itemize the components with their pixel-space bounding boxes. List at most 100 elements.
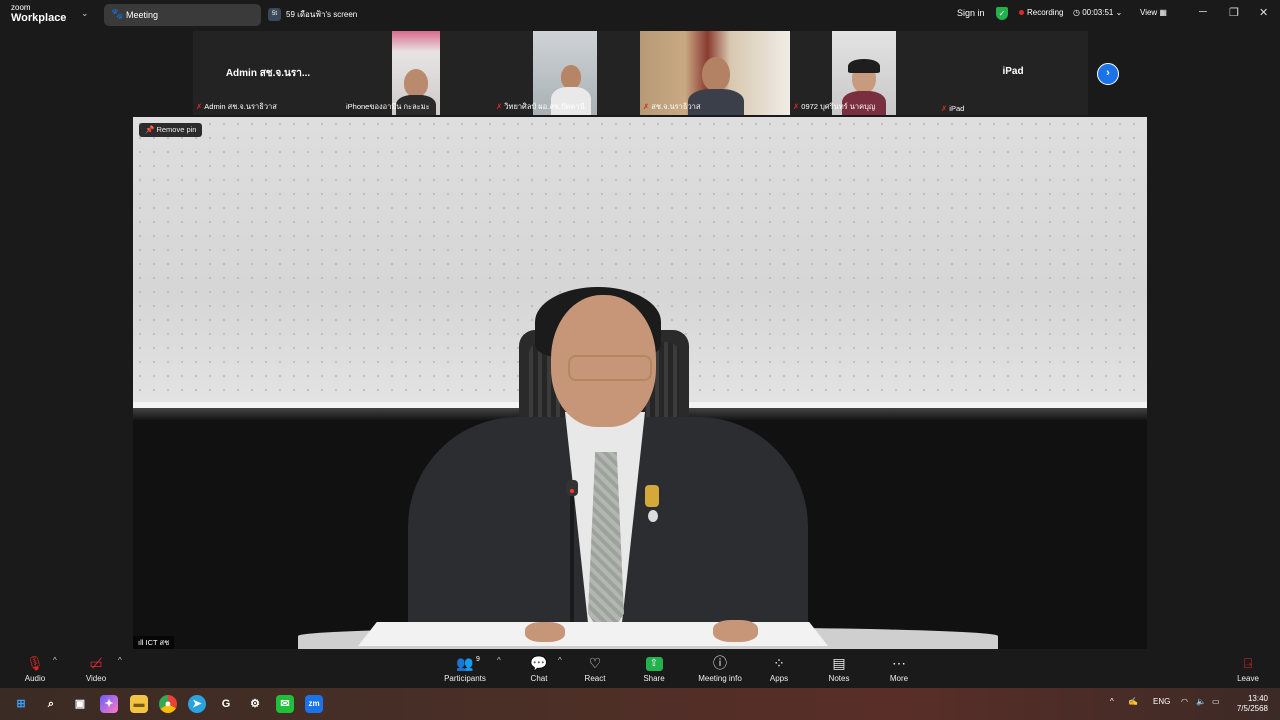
notes-icon: ▤ xyxy=(832,655,846,671)
clock-date: 7/5/2568 xyxy=(1236,704,1268,713)
react-label: React xyxy=(584,674,606,683)
chevron-down-icon[interactable]: ⌄ xyxy=(81,8,89,19)
tab-meeting-label: Meeting xyxy=(126,10,159,20)
clock-time: 13:40 xyxy=(1247,694,1268,703)
steam-icon[interactable]: ⚙ xyxy=(246,695,264,713)
windows-start-icon[interactable]: ⊞ xyxy=(12,695,30,713)
leave-button[interactable]: ⍈ Leave xyxy=(1234,654,1262,683)
mic-muted-icon: ✗ xyxy=(793,102,800,111)
leave-door-icon: ⍈ xyxy=(1243,655,1253,671)
chat-icon: 💬 xyxy=(530,655,548,671)
line-icon[interactable]: ✉ xyxy=(276,695,294,713)
close-icon[interactable]: ✕ xyxy=(1259,6,1268,19)
chrome-icon[interactable]: ● xyxy=(159,695,177,713)
view-button[interactable]: View ▦ xyxy=(1140,8,1167,17)
zoom-workplace-logo[interactable]: zoom Workplace xyxy=(11,4,66,24)
wifi-icon[interactable]: ◠ xyxy=(1181,697,1188,706)
sign-in-link[interactable]: Sign in xyxy=(957,8,985,18)
pen-icon[interactable]: ✍ xyxy=(1128,697,1138,706)
participant-tile[interactable]: ✗ วิทยาศิลป์ ผอ.สช.ปัตตานี xyxy=(493,31,643,115)
more-button[interactable]: ⋯ More xyxy=(885,654,913,683)
participant-tile[interactable]: iPhoneของอามีน กะละมะ xyxy=(343,31,493,115)
participant-caption: ✗ iPad xyxy=(941,104,964,113)
chat-options-caret[interactable]: ^ xyxy=(558,656,562,665)
meeting-timer[interactable]: ◷ 00:03:51 ⌄ xyxy=(1073,8,1122,17)
battery-icon[interactable]: ▭ xyxy=(1212,697,1220,706)
tray-chevron-icon[interactable]: ^ xyxy=(1110,697,1114,706)
search-icon[interactable]: ⌕ xyxy=(42,695,60,713)
video-lapel-badge xyxy=(648,510,658,522)
mic-muted-icon: ✗ xyxy=(496,102,503,111)
heart-icon: ♡ xyxy=(588,655,602,671)
participant-hair xyxy=(848,59,880,73)
system-clock[interactable]: 13:40 7/5/2568 xyxy=(1234,694,1268,714)
video-lapel-pin xyxy=(645,485,659,507)
restore-icon[interactable]: ❐ xyxy=(1229,6,1239,19)
notes-button[interactable]: ▤ Notes xyxy=(824,654,854,683)
participant-tile[interactable]: ✗ 0972 บุศรินทร์ นาคบุญ xyxy=(790,31,940,115)
main-video[interactable]: 📌 Remove pin ıll ICT สช xyxy=(133,117,1147,649)
telegram-icon[interactable]: ➤ xyxy=(188,695,206,713)
participant-display-name: Admin สช.จ.นรา... xyxy=(225,68,311,79)
participant-caption-text: วิทยาศิลป์ ผอ.สช.ปัตตานี xyxy=(504,102,585,111)
video-label: Video xyxy=(85,674,107,683)
logo-big-text: Workplace xyxy=(11,12,67,24)
participants-options-caret[interactable]: ^ xyxy=(497,656,501,665)
mic-muted-icon: ✗ xyxy=(643,102,650,111)
recording-label: Recording xyxy=(1027,8,1064,17)
participant-face xyxy=(404,69,428,97)
tab-meeting[interactable]: 🐾 Meeting xyxy=(104,4,261,26)
next-page-button[interactable]: › xyxy=(1097,63,1119,85)
participants-label: Participants xyxy=(444,674,486,683)
tab-share-label: 59 เดือนฟ้า's screen xyxy=(286,10,358,19)
audio-button[interactable]: 🎙 Audio xyxy=(22,654,48,683)
paw-icon: 🐾 xyxy=(111,9,124,20)
video-button[interactable]: ▭̸ Video xyxy=(83,654,109,683)
participant-caption-text: 0972 บุศรินทร์ นาคบุญ xyxy=(801,102,876,111)
record-dot-icon xyxy=(1019,10,1024,16)
tab-shared-screen[interactable]: 5t 59 เดือนฟ้า's screen xyxy=(268,4,357,26)
info-icon: ⓘ xyxy=(713,655,727,671)
view-label: View xyxy=(1140,8,1158,17)
audio-options-caret[interactable]: ^ xyxy=(53,656,57,665)
chat-button[interactable]: 💬 Chat xyxy=(526,654,552,683)
participant-caption: ✗ วิทยาศิลป์ ผอ.สช.ปัตตานี xyxy=(496,101,585,113)
remove-pin-button[interactable]: 📌 Remove pin xyxy=(139,123,203,137)
pin-icon: 📌 xyxy=(145,125,157,134)
participant-caption-text: สช.จ.นราธิวาส xyxy=(651,102,701,111)
task-view-icon[interactable]: ▣ xyxy=(71,695,89,713)
recording-indicator[interactable]: Recording xyxy=(1019,8,1063,17)
zoom-app-icon[interactable]: zm xyxy=(305,695,323,713)
leave-label: Leave xyxy=(1237,674,1259,683)
participant-caption: iPhoneของอามีน กะละมะ xyxy=(346,101,430,113)
notes-label: Notes xyxy=(828,674,850,683)
apps-button[interactable]: ⁘ Apps xyxy=(765,654,793,683)
meeting-info-button[interactable]: ⓘ Meeting info xyxy=(694,654,746,683)
share-button[interactable]: ⇧ Share xyxy=(639,654,669,683)
minimize-icon[interactable]: ─ xyxy=(1199,6,1207,18)
participant-tile[interactable]: Admin สช.จ.นรา... ✗ Admin สช.จ.นราธิวาส xyxy=(193,31,343,115)
video-options-caret[interactable]: ^ xyxy=(118,656,122,665)
chevron-down-icon: ⌄ xyxy=(1113,8,1123,17)
participant-count: 9 xyxy=(476,656,480,663)
video-speaker-glasses xyxy=(568,355,652,381)
logo-small-text: zoom xyxy=(11,3,31,12)
copilot-icon[interactable]: ✦ xyxy=(100,695,118,713)
file-explorer-icon[interactable]: ▬ xyxy=(130,695,148,713)
signal-bars-icon: ıll xyxy=(138,638,146,647)
participant-tile[interactable]: iPad ✗ iPad xyxy=(938,31,1088,115)
volume-icon[interactable]: 🔈 xyxy=(1196,697,1206,706)
mic-muted-icon: 🎙 xyxy=(26,655,44,671)
shield-check-icon[interactable]: ✓ xyxy=(996,7,1008,20)
meeting-info-label: Meeting info xyxy=(698,674,742,683)
participant-caption-text: Admin สช.จ.นราธิวาส xyxy=(204,102,277,111)
speaker-name-label: ıll ICT สช xyxy=(133,636,175,649)
participant-tile[interactable]: ✗ สช.จ.นราธิวาส xyxy=(640,31,790,115)
participants-button[interactable]: 👥 Participants xyxy=(440,654,490,683)
language-indicator[interactable]: ENG xyxy=(1153,697,1170,706)
meeting-toolbar: 🎙 Audio ^ ▭̸ Video ^ 👥 Participants ^ 💬 … xyxy=(0,650,1280,688)
react-button[interactable]: ♡ React xyxy=(580,654,610,683)
timer-value: 00:03:51 xyxy=(1082,8,1114,17)
apps-icon: ⁘ xyxy=(773,655,785,671)
g-app-icon[interactable]: G xyxy=(217,695,235,713)
